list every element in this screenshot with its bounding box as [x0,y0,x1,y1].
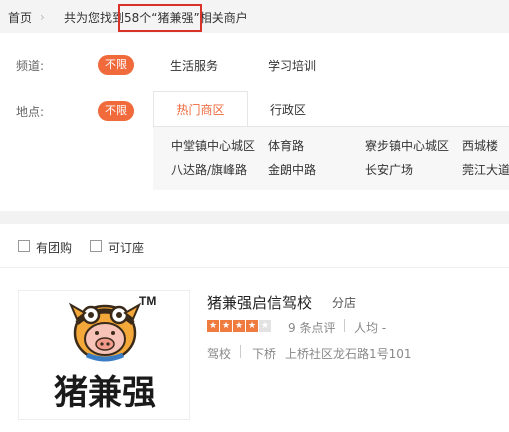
review-count-link[interactable]: 9 条点评 [288,319,335,336]
group-buy-checkbox[interactable] [18,240,30,252]
star-empty-icon: ★ [259,320,271,332]
area-item[interactable]: 西城楼 [462,137,498,154]
star-icon: ★ [233,320,245,332]
tab-hot-business-district[interactable]: 热门商区 [153,91,248,127]
tab-administrative-district[interactable]: 行政区 [270,101,306,118]
chevron-right-icon: › [40,10,45,24]
address-text: 上桥社区龙石路1号101 [285,347,412,361]
merchant-logo[interactable]: TM 猪兼强 [18,290,190,420]
average-price: 人均 - [354,321,387,335]
pig-mascot-logo-icon: TM 猪兼强 [54,294,156,413]
channel-unlimited-pill[interactable]: 不限 [98,55,134,75]
section-divider [0,211,509,224]
logo-tm-mark: TM [139,294,156,308]
area-item[interactable]: 长安广场 [365,161,413,178]
channel-life-services[interactable]: 生活服务 [170,57,218,74]
breadcrumb-home-link[interactable]: 首页 [8,9,32,26]
star-icon: ★ [246,320,258,332]
channel-learning-training[interactable]: 学习培训 [268,57,316,74]
area-item[interactable]: 中堂镇中心城区 [171,137,255,154]
star-icon: ★ [220,320,232,332]
district-link[interactable]: 下桥 [252,345,276,362]
area-list: 中堂镇中心城区 体育路 寮步镇中心城区 西城楼 八达路/旗峰路 金朗中路 长安广… [153,126,509,190]
filter-panel: 频道: 不限 生活服务 学习培训 地点: 不限 热门商区 行政区 中堂镇中心城区… [0,33,509,211]
breadcrumb: 首页 › 共为您找到58个“猪兼强”相关商户 [0,0,509,33]
option-checkboxes: 有团购 可订座 [0,224,509,268]
channel-label: 频道: [16,59,45,73]
area-item[interactable]: 莞江大道 [462,161,509,178]
location-unlimited-pill[interactable]: 不限 [98,101,134,121]
area-item[interactable]: 寮步镇中心城区 [365,137,449,154]
branch-link[interactable]: 分店 [332,294,356,311]
logo-brand-text: 猪兼强 [54,373,156,413]
area-item[interactable]: 金朗中路 [268,161,316,178]
category-link[interactable]: 驾校 [207,345,231,362]
rating-stars: ★ ★ ★ ★ ★ [207,320,273,332]
meta-divider [344,319,345,332]
area-item[interactable]: 八达路/旗峰路 [171,161,247,178]
area-item[interactable]: 体育路 [268,137,304,154]
highlight-annotation-box [118,4,202,32]
bookable-checkbox[interactable] [90,240,102,252]
star-icon: ★ [207,320,219,332]
meta-divider [240,345,241,358]
merchant-name-link[interactable]: 猪兼强启信驾校 [207,292,312,313]
bookable-label[interactable]: 可订座 [108,239,144,256]
group-buy-label[interactable]: 有团购 [36,239,72,256]
location-label: 地点: [16,105,45,119]
